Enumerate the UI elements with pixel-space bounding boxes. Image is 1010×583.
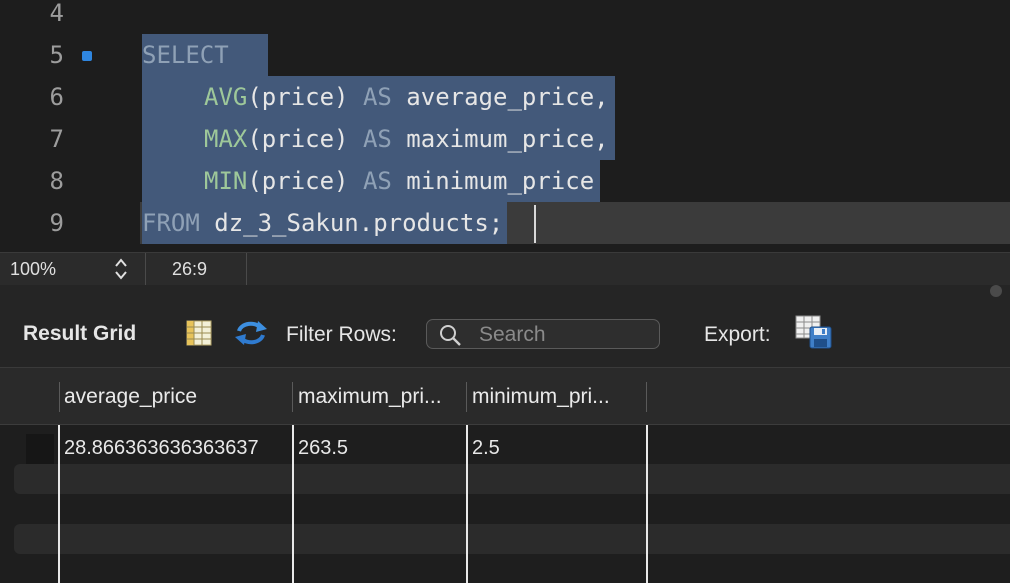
code-fragment: maximum_price, [391, 125, 609, 153]
code-fragment: (price) [247, 83, 363, 111]
keyword: SELECT [142, 41, 229, 69]
editor-line-8: 8 MIN(price) AS minimum_price [0, 160, 1010, 202]
editor-line-9: 9 FROM dz_3_Sakun.products; [0, 202, 1010, 244]
row-selector[interactable] [26, 434, 54, 464]
function-name: AVG [204, 83, 248, 111]
code-text: SELECT [142, 34, 268, 76]
result-grid-label: Result Grid [23, 322, 137, 345]
column-border [58, 425, 60, 583]
statement-marker-icon[interactable] [82, 51, 92, 61]
editor-line-7: 7 MAX(price) AS maximum_price, [0, 118, 1010, 160]
cell-maximum-price[interactable]: 263.5 [293, 426, 348, 470]
line-number: 7 [49, 125, 64, 153]
line-number: 9 [49, 209, 64, 237]
chevron-updown-icon[interactable] [113, 255, 129, 283]
code-fragment: (price) [247, 167, 363, 195]
code-fragment: dz_3_Sakun.products; [199, 209, 504, 237]
result-toolbar: Result Grid Filter Rows: Expo [0, 285, 1010, 367]
search-input[interactable] [477, 322, 651, 348]
keyword: AS [362, 125, 392, 153]
line-number: 4 [49, 0, 64, 27]
column-border [292, 425, 294, 583]
column-header-average-price[interactable]: average_price [59, 368, 292, 424]
grid-view-icon[interactable] [186, 320, 212, 351]
export-icon[interactable] [795, 315, 833, 354]
function-name: MAX [204, 125, 248, 153]
divider [145, 253, 146, 285]
table-row[interactable]: 28.866363636363637 263.5 2.5 [0, 426, 1010, 466]
code-text: FROM dz_3_Sakun.products; [142, 202, 508, 244]
refresh-icon[interactable] [234, 318, 268, 353]
result-grid[interactable]: average_price maximum_pri... minimum_pri… [0, 367, 1010, 583]
column-header-minimum-price[interactable]: minimum_pri... [467, 368, 645, 424]
line-number: 6 [49, 83, 64, 111]
empty-row-stripe [14, 524, 1010, 554]
resize-handle[interactable] [990, 285, 1002, 297]
code-text: AVG(price) AS average_price, [142, 76, 615, 118]
keyword: AS [362, 167, 392, 195]
column-divider [59, 382, 60, 412]
editor-status-bar: 100% 26:9 [0, 252, 1010, 286]
editor-line-5: 5 SELECT [0, 34, 1010, 76]
cell-minimum-price[interactable]: 2.5 [467, 426, 500, 470]
column-border [466, 425, 468, 583]
export-label: Export: [704, 323, 771, 346]
grid-header-row: average_price maximum_pri... minimum_pri… [0, 368, 1010, 425]
code-text: MAX(price) AS maximum_price, [142, 118, 615, 160]
code-text: MIN(price) AS minimum_price [142, 160, 601, 202]
line-number: 5 [49, 41, 64, 69]
cell-average-price[interactable]: 28.866363636363637 [59, 426, 259, 470]
editor-line-6: 6 AVG(price) AS average_price, [0, 76, 1010, 118]
column-header-maximum-price[interactable]: maximum_pri... [293, 368, 466, 424]
function-name: MIN [204, 167, 248, 195]
sql-editor[interactable]: 4 5 SELECT 6 AVG(price) AS average_price… [0, 0, 1010, 252]
column-divider [646, 382, 647, 412]
code-fragment: (price) [247, 125, 363, 153]
divider [246, 253, 247, 285]
filter-rows-label: Filter Rows: [286, 323, 397, 346]
search-field[interactable] [426, 319, 660, 349]
search-icon [439, 324, 463, 351]
code-fragment: average_price, [391, 83, 609, 111]
text-caret [534, 205, 536, 243]
keyword: AS [362, 83, 392, 111]
editor-line-4: 4 [0, 0, 1010, 34]
keyword: FROM [142, 209, 200, 237]
line-number: 8 [49, 167, 64, 195]
code-fragment: minimum_price [391, 167, 595, 195]
cursor-position: 26:9 [172, 259, 208, 279]
zoom-level[interactable]: 100% [10, 257, 56, 281]
column-border [646, 425, 648, 583]
